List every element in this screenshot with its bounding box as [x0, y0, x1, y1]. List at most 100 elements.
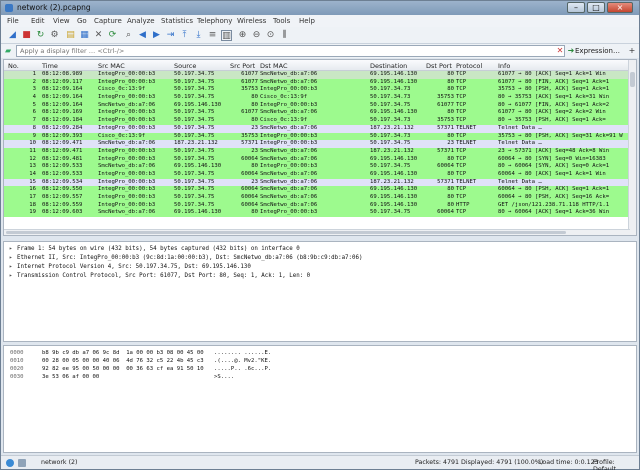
cell-dst: 69.195.146.130 — [370, 78, 418, 85]
back-icon[interactable]: ◀ — [137, 30, 148, 41]
cell-src: 50.197.34.75 — [174, 186, 215, 193]
bytes-row[interactable]: 0030 3e 53 06 af 00 00 >S.... — [4, 373, 636, 381]
cell-no: 3 — [32, 86, 36, 93]
packet-row[interactable]: 6 08:12:09.169 IntegPro_00:00:b3 50.197.34.… — [4, 109, 630, 118]
menu-go[interactable]: Go — [77, 17, 87, 25]
first-icon[interactable]: ⤒ — [179, 30, 190, 41]
restart-icon[interactable]: ↻ — [35, 30, 46, 41]
filter-clear-icon[interactable]: ✕ — [555, 45, 565, 57]
close-button[interactable]: × — [607, 2, 633, 13]
cell-dst: 187.23.21.132 — [370, 147, 414, 154]
reload-icon[interactable]: ⟳ — [107, 30, 118, 41]
forward-icon[interactable]: ▶ — [151, 30, 162, 41]
cell-proto: TCP — [456, 117, 467, 124]
menu-help[interactable]: Help — [299, 17, 315, 25]
cell-time: 08:12:09.533 — [42, 170, 83, 177]
packet-list-hscroll[interactable] — [4, 229, 630, 235]
packet-row[interactable]: 16 08:12:09.550 IntegPro_00:00:b3 50.197.34… — [4, 186, 630, 194]
goto-icon[interactable]: ⇥ — [165, 30, 176, 41]
packet-row[interactable]: 19 08:12:09.603 SmcNetwo_db:a7:06 69.195.14… — [4, 209, 630, 218]
col-destination[interactable]: Destination — [370, 62, 407, 70]
packet-row[interactable]: 2 08:12:09.117 IntegPro_00:00:b3 50.197.34.… — [4, 78, 630, 87]
packet-row[interactable]: 9 08:12:09.393 Cisco_0c:13:9f 50.197.34.75 3… — [4, 132, 630, 141]
packet-row[interactable]: 7 08:12:09.184 IntegPro_00:00:b3 50.197.34.… — [4, 117, 630, 125]
packet-row[interactable]: 10 08:12:09.471 SmcNetwo_db:a7:06 187.23.21… — [4, 140, 630, 148]
packet-row[interactable]: 15 08:12:09.534 IntegPro_00:00:b3 50.197.34… — [4, 178, 630, 187]
menu-file[interactable]: File — [7, 17, 19, 25]
menu-tools[interactable]: Tools — [273, 17, 290, 25]
packet-row[interactable]: 3 08:12:09.164 Cisco_0c:13:9f 50.197.34.75 3… — [4, 86, 630, 95]
find-icon[interactable]: ⌕ — [123, 30, 134, 41]
detail-tcp[interactable]: ▸ Transmission Control Protocol, Src Port… — [4, 272, 636, 281]
packet-row[interactable]: 4 08:12:09.164 IntegPro_00:00:b3 50.197.34.… — [4, 94, 630, 102]
bytes-row[interactable]: 0020 92 82 ee 95 00 50 00 00 00 36 63 cf … — [4, 365, 636, 373]
col-src-port[interactable]: Src Port — [230, 62, 255, 70]
packet-row[interactable]: 8 08:12:09.284 IntegPro_00:00:b3 50.197.34.… — [4, 124, 630, 133]
shark-start-icon[interactable]: ◢ — [7, 30, 18, 41]
col-dst-port[interactable]: Dst Port — [426, 62, 452, 70]
expand-arrow-icon[interactable]: ▸ — [9, 254, 17, 263]
autoscroll-icon[interactable]: ≡ — [207, 30, 218, 41]
colorize-icon[interactable]: ▥ — [221, 30, 232, 41]
packet-row[interactable]: 5 08:12:09.164 SmcNetwo_db:a7:06 69.195.146… — [4, 101, 630, 110]
zoom-out-icon[interactable]: ⊖ — [251, 30, 262, 41]
close-file-icon[interactable]: ✕ — [93, 30, 104, 41]
status-profile[interactable]: Profile: Default — [593, 459, 639, 470]
packet-row[interactable]: 14 08:12:09.533 IntegPro_00:00:b3 50.197.34… — [4, 170, 630, 179]
col-time[interactable]: Time — [42, 62, 58, 70]
packet-row[interactable]: 18 08:12:09.559 IntegPro_00:00:b3 50.197.34… — [4, 201, 630, 210]
col-protocol[interactable]: Protocol — [456, 62, 482, 70]
hscroll-thumb[interactable] — [6, 231, 566, 234]
menu-view[interactable]: View — [53, 17, 70, 25]
open-icon[interactable]: ▤ — [65, 30, 76, 41]
cell-dport: 35753 — [437, 117, 454, 124]
col-no[interactable]: No. — [8, 62, 19, 70]
expand-arrow-icon[interactable]: ▸ — [9, 245, 17, 254]
col-dst-mac[interactable]: Dst MAC — [260, 62, 288, 70]
comment-icon[interactable] — [18, 459, 26, 467]
zoom-reset-icon[interactable]: ⊙ — [265, 30, 276, 41]
filter-bookmark-icon[interactable]: ▰ — [5, 47, 14, 55]
expression-button[interactable]: Expression… — [575, 47, 620, 55]
menu-wireless[interactable]: Wireless — [237, 17, 266, 25]
packet-row[interactable]: 13 08:12:09.533 SmcNetwo_db:a7:06 69.195.14… — [4, 163, 630, 171]
menu-telephony[interactable]: Telephony — [197, 17, 232, 25]
menu-edit[interactable]: Edit — [31, 17, 45, 25]
packet-row[interactable]: 17 08:12:09.557 IntegPro_00:00:b3 50.197.34… — [4, 194, 630, 202]
options-icon[interactable]: ⚙ — [49, 30, 60, 41]
cell-dstmac: IntegPro_00:00:b3 — [260, 86, 318, 93]
detail-ethernet[interactable]: ▸ Ethernet II, Src: IntegPro_00:00:b3 (9c… — [4, 254, 636, 263]
add-filter-button[interactable]: + — [627, 45, 637, 57]
resize-columns-icon[interactable]: ⫼ — [279, 30, 290, 41]
last-icon[interactable]: ⤓ — [193, 30, 204, 41]
col-source[interactable]: Source — [174, 62, 196, 70]
stop-icon[interactable]: ■ — [21, 30, 32, 41]
menu-statistics[interactable]: Statistics — [161, 17, 193, 25]
display-filter-input[interactable] — [16, 45, 565, 57]
cell-info: GET /json/121.238.71.118 HTTP/1.1 — [498, 201, 610, 208]
detail-frame[interactable]: ▸ Frame 1: 54 bytes on wire (432 bits), 5… — [4, 245, 636, 254]
packet-row[interactable]: 12 08:12:09.481 IntegPro_00:00:b3 50.197.34… — [4, 155, 630, 164]
vscroll-thumb[interactable] — [630, 72, 635, 87]
packet-rows: 1 08:12:08.989 IntegPro_00:00:b3 50.197.34.… — [4, 71, 630, 218]
cell-info: Telnet Data … — [498, 178, 542, 185]
save-icon[interactable]: ▦ — [79, 30, 90, 41]
detail-ip[interactable]: ▸ Internet Protocol Version 4, Src: 50.19… — [4, 263, 636, 272]
bytes-row[interactable]: 0000 b8 9b c9 db a7 06 9c 8d 1a 00 00 b3 … — [4, 349, 636, 357]
col-info[interactable]: Info — [498, 62, 510, 70]
minimize-button[interactable]: – — [567, 2, 585, 13]
cell-src: 50.197.34.75 — [174, 147, 215, 154]
col-src-mac[interactable]: Src MAC — [98, 62, 125, 70]
maximize-button[interactable]: □ — [587, 2, 605, 13]
menu-analyze[interactable]: Analyze — [127, 17, 155, 25]
menu-capture[interactable]: Capture — [94, 17, 122, 25]
expand-arrow-icon[interactable]: ▸ — [9, 272, 17, 281]
zoom-in-icon[interactable]: ⊕ — [237, 30, 248, 41]
cell-time: 08:12:09.164 — [42, 86, 83, 93]
expert-info-icon[interactable] — [6, 459, 14, 467]
packet-row[interactable]: 1 08:12:08.989 IntegPro_00:00:b3 50.197.34.… — [4, 71, 630, 79]
packet-row[interactable]: 11 08:12:09.471 IntegPro_00:00:b3 50.197.34… — [4, 147, 630, 156]
packet-list-vscroll[interactable] — [628, 60, 636, 235]
bytes-row[interactable]: 0010 00 28 00 05 00 00 40 06 4d 76 32 c5 … — [4, 357, 636, 365]
expand-arrow-icon[interactable]: ▸ — [9, 263, 17, 272]
